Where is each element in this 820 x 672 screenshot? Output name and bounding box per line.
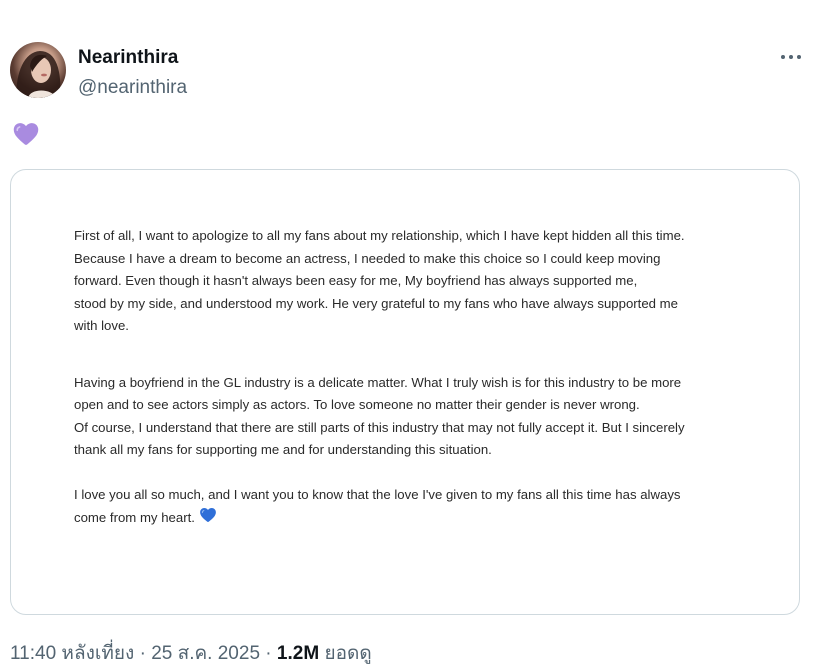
letter-line: with love. xyxy=(74,318,129,333)
avatar-image xyxy=(16,51,61,98)
meta-separator: · xyxy=(139,643,146,664)
letter-line: thank all my fans for supporting me and … xyxy=(74,442,492,457)
tweet-date[interactable]: 25 ส.ค. 2025 xyxy=(151,643,260,664)
tweet-image-card[interactable]: First of all, I want to apologize to all… xyxy=(10,169,800,615)
letter-line: Having a boyfriend in the GL industry is… xyxy=(74,374,682,390)
letter-line: First of all, I want to apologize to all… xyxy=(74,228,685,243)
letter-line: Because I have a dream to become an actr… xyxy=(74,250,661,266)
letter-line: open and to see actors simply as actors.… xyxy=(74,397,640,412)
letter-line: Of course, I understand that there are s… xyxy=(74,419,685,435)
meta-separator: · xyxy=(265,643,272,664)
views-count: 1.2M xyxy=(276,643,320,664)
letter-line: I love you all so much, and I want you t… xyxy=(74,486,681,502)
letter-line: forward. Even though it hasn't always be… xyxy=(74,273,638,288)
views-label: ยอดดู xyxy=(324,643,372,664)
statement-letter: First of all, I want to apologize to all… xyxy=(74,225,754,530)
author-handle[interactable]: @nearinthira xyxy=(78,76,187,100)
blue-heart-icon xyxy=(199,506,217,524)
letter-line: stood by my side, and understood my work… xyxy=(74,295,678,311)
tweet-meta: 11:40 หลังเที่ยง · 25 ส.ค. 2025 · 1.2M ย… xyxy=(10,641,372,667)
purple-heart-icon xyxy=(12,120,40,148)
more-options-icon[interactable] xyxy=(776,44,806,70)
avatar[interactable] xyxy=(10,42,66,98)
tweet-time[interactable]: 11:40 หลังเที่ยง xyxy=(10,643,134,664)
letter-line: come from my heart. xyxy=(74,506,754,530)
letter-line-text: come from my heart. xyxy=(74,510,195,525)
author-display-name[interactable]: Nearinthira xyxy=(78,46,178,70)
